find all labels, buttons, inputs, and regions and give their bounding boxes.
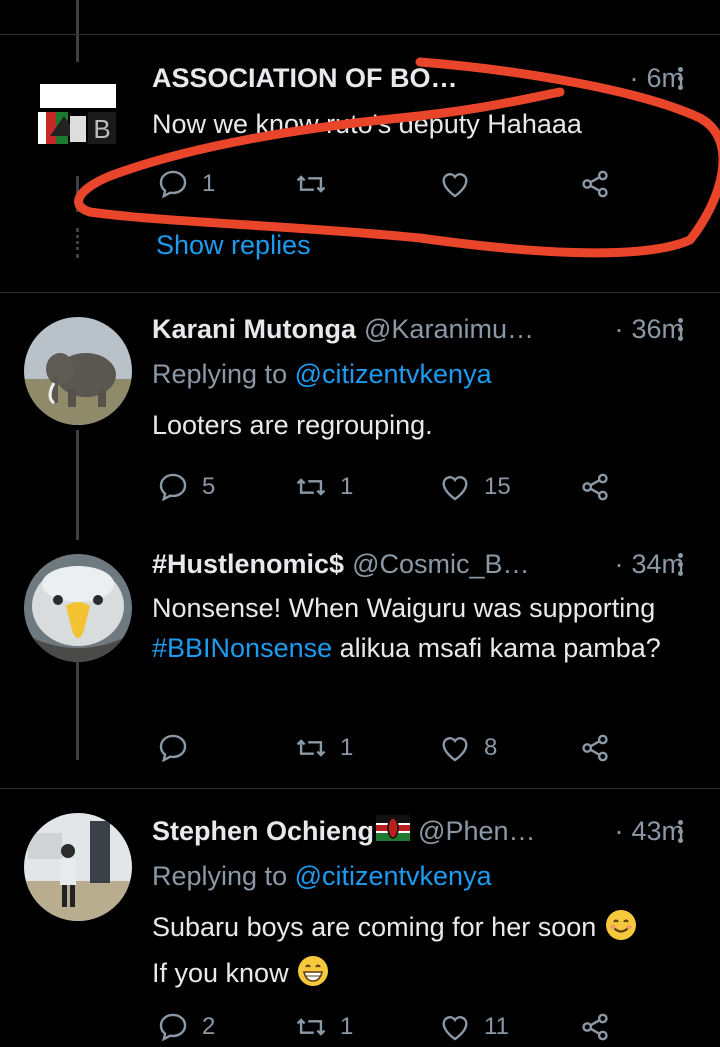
- share-icon: [582, 1013, 608, 1041]
- tweet-text-part1: Nonsense! When Waiguru was supporting: [152, 593, 656, 623]
- more-icon[interactable]: [670, 544, 690, 584]
- more-icon[interactable]: [670, 309, 690, 349]
- dot-separator: ·: [614, 548, 624, 579]
- share-icon: [582, 473, 608, 501]
- tweet-text-line2: If you know: [152, 958, 289, 988]
- tweet-text: Nonsense! When Waiguru was supporting #B…: [152, 588, 680, 668]
- dot-separator: ·: [614, 313, 624, 344]
- dot-separator: ·: [629, 62, 639, 93]
- reply-icon: [159, 1013, 187, 1042]
- action-bar: 1 8: [152, 728, 632, 768]
- reply-button[interactable]: 2: [156, 1007, 215, 1047]
- like-button[interactable]: 8: [438, 728, 497, 768]
- like-icon: [442, 173, 468, 198]
- tweet-1[interactable]: B ASSOCIATION OF BO… · 6m Now we know ru…: [0, 0, 720, 292]
- share-button[interactable]: [578, 467, 612, 507]
- person-photo: [24, 813, 132, 921]
- replying-to: Replying to @citizentvkenya: [152, 861, 492, 892]
- reply-count: 5: [202, 473, 216, 500]
- reply-count: 2: [202, 1013, 216, 1040]
- tweet-text: Now we know ruto's deputy Hahaaa: [152, 109, 582, 139]
- retweet-icon: [296, 1018, 326, 1036]
- hashtag-link[interactable]: #BBINonsense: [152, 633, 332, 663]
- tweet-text-line1: Subaru boys are coming for her soon: [152, 912, 597, 942]
- display-name[interactable]: #Hustlenomic$: [152, 549, 344, 580]
- tweet-3[interactable]: #Hustlenomic$ @Cosmic_B… · 34m Nonsense!…: [0, 530, 720, 788]
- retweet-count: 1: [340, 473, 354, 500]
- retweet-button[interactable]: 1: [294, 467, 353, 507]
- mention-link[interactable]: @citizentvkenya: [295, 861, 492, 891]
- handle[interactable]: @Karanimu…: [364, 314, 602, 345]
- like-count: 11: [484, 1013, 509, 1040]
- replying-to-prefix: Replying to: [152, 861, 295, 891]
- reply-count: 1: [202, 170, 216, 197]
- tweet-2[interactable]: Karani Mutonga @Karanimu… · 36m Replying…: [0, 293, 720, 513]
- retweet-button[interactable]: 1: [294, 728, 353, 768]
- smiling-face-icon: [604, 908, 638, 953]
- reply-button[interactable]: [156, 728, 202, 768]
- retweet-icon: [296, 478, 326, 496]
- reply-icon: [159, 170, 187, 199]
- kenya-flag-icon: [376, 814, 411, 848]
- like-icon: [442, 476, 468, 501]
- like-icon: [442, 737, 468, 762]
- grinning-face-icon: [296, 954, 330, 999]
- retweet-count: 1: [340, 734, 354, 761]
- like-button[interactable]: 15: [438, 467, 511, 507]
- share-button[interactable]: [578, 164, 612, 204]
- avatar-karani[interactable]: [24, 317, 132, 425]
- display-name[interactable]: Stephen Ochieng: [152, 816, 374, 847]
- tweet-header: Karani Mutonga @Karanimu… · 36m: [152, 309, 684, 349]
- reply-icon: [159, 734, 187, 763]
- tweet-header: Stephen Ochieng @Phen… · 43m: [152, 811, 684, 851]
- dot-separator: ·: [614, 815, 624, 846]
- tweet-header: ASSOCIATION OF BO… · 6m: [152, 58, 684, 98]
- like-icon: [442, 1016, 468, 1041]
- retweet-button[interactable]: [294, 164, 340, 204]
- tweet-header: #Hustlenomic$ @Cosmic_B… · 34m: [152, 544, 684, 584]
- replying-to: Replying to @citizentvkenya: [152, 359, 492, 390]
- retweet-count: 1: [340, 1013, 354, 1040]
- like-count: 15: [484, 473, 511, 500]
- reply-icon: [159, 473, 187, 502]
- tweet-text-part2: alikua msafi kama pamba?: [332, 633, 661, 663]
- retweet-icon: [296, 175, 326, 193]
- tweet-4[interactable]: Stephen Ochieng @Phen… · 43m Replying to…: [0, 789, 720, 1047]
- association-logo: B: [36, 76, 136, 146]
- display-name[interactable]: ASSOCIATION OF BO…: [152, 63, 458, 94]
- display-name[interactable]: Karani Mutonga: [152, 314, 356, 345]
- action-bar: 5 1 15: [152, 467, 632, 507]
- handle[interactable]: @Cosmic_B…: [352, 549, 602, 580]
- avatar-hustlenomic[interactable]: [24, 554, 132, 662]
- reply-button[interactable]: 1: [156, 164, 215, 204]
- like-button[interactable]: 11: [438, 1007, 509, 1047]
- share-icon: [582, 170, 608, 198]
- retweet-icon: [296, 739, 326, 757]
- mention-link[interactable]: @citizentvkenya: [295, 359, 492, 389]
- tweet-text: Subaru boys are coming for her soon If y…: [152, 907, 690, 999]
- svg-text:B: B: [93, 114, 110, 144]
- reply-button[interactable]: 5: [156, 467, 215, 507]
- avatar-association[interactable]: B: [36, 76, 136, 146]
- action-bar: 1: [152, 164, 632, 204]
- like-count: 8: [484, 734, 498, 761]
- share-button[interactable]: [578, 1007, 612, 1047]
- share-icon: [582, 734, 608, 762]
- tweet-text: Looters are regrouping.: [152, 410, 433, 440]
- handle[interactable]: @Phen…: [418, 816, 602, 847]
- replying-to-prefix: Replying to: [152, 359, 295, 389]
- share-button[interactable]: [578, 728, 612, 768]
- avatar-stephen[interactable]: [24, 813, 132, 921]
- like-button[interactable]: [438, 164, 484, 204]
- eagle-photo: [24, 554, 132, 662]
- action-bar: 2 1 11: [152, 1007, 632, 1047]
- more-icon[interactable]: [670, 58, 690, 98]
- elephant-photo: [24, 317, 132, 425]
- retweet-button[interactable]: 1: [294, 1007, 353, 1047]
- more-icon[interactable]: [670, 811, 690, 851]
- show-replies-link[interactable]: Show replies: [156, 230, 311, 261]
